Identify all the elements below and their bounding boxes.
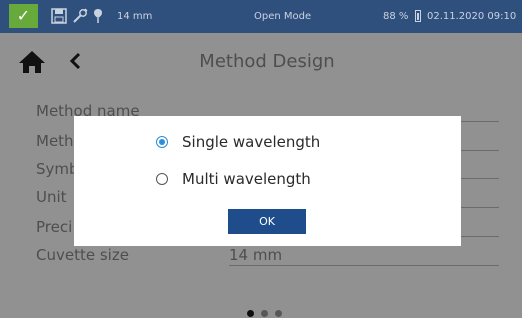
path-length-label: 14 mm <box>117 11 153 22</box>
tools-icon <box>73 8 88 23</box>
single-wavelength-option[interactable]: Single wavelength <box>156 133 320 151</box>
multi-wavelength-label: Multi wavelength <box>182 170 311 188</box>
radio-selected-icon[interactable] <box>156 136 168 148</box>
battery-level-label: 88 % <box>383 11 409 22</box>
single-wavelength-label: Single wavelength <box>182 133 321 151</box>
battery-icon <box>415 10 421 22</box>
status-bar: ✓ 14 mm Open Mode 88 % 02.11.2020 09:10 <box>0 0 522 33</box>
mode-label: Open Mode <box>254 11 312 22</box>
wavelength-dialog: Single wavelength Multi wavelength OK <box>74 116 461 246</box>
status-icons <box>51 8 103 24</box>
datetime-label: 02.11.2020 09:10 <box>427 11 517 22</box>
save-icon <box>51 8 67 24</box>
ok-button[interactable]: OK <box>228 209 306 234</box>
multi-wavelength-option[interactable]: Multi wavelength <box>156 170 311 188</box>
radio-unselected-icon[interactable] <box>156 173 168 185</box>
pin-icon <box>94 9 102 23</box>
check-icon: ✓ <box>9 4 38 28</box>
